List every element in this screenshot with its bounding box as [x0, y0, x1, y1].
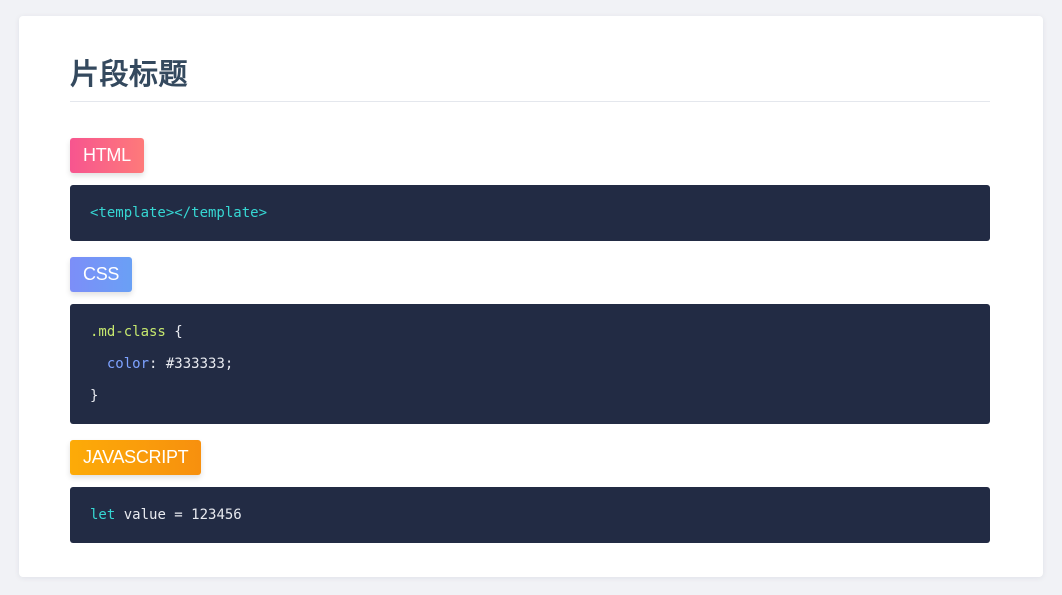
code-token: color	[90, 356, 150, 372]
javascript-section: JAVASCRIPT let value = 123456	[70, 440, 990, 543]
code-line: <template></template>	[90, 199, 970, 227]
code-line: .md-class {	[90, 318, 970, 350]
css-language-tag: CSS	[70, 257, 133, 292]
css-code-block[interactable]: .md-class { color: #333333; }	[70, 304, 990, 424]
page-title: 片段标题	[70, 57, 189, 91]
javascript-language-tag: JAVASCRIPT	[70, 440, 202, 475]
snippet-card: 片段标题 HTML <template></template> CSS .md-…	[19, 16, 1043, 577]
code-line: }	[90, 382, 970, 414]
javascript-code-block[interactable]: let value = 123456	[70, 487, 990, 543]
code-token: value = 123456	[115, 507, 242, 523]
css-section: CSS .md-class { color: #333333; }	[70, 257, 990, 424]
title-divider	[70, 101, 990, 102]
html-language-tag: HTML	[70, 138, 144, 173]
code-token: {	[165, 324, 183, 340]
code-token: let	[90, 507, 116, 523]
code-token: }	[90, 388, 99, 404]
html-code-block[interactable]: <template></template>	[70, 185, 990, 241]
code-line: color: #333333;	[90, 350, 970, 382]
code-token: : #333333;	[149, 356, 234, 372]
html-section: HTML <template></template>	[70, 138, 990, 241]
code-line: let value = 123456	[90, 501, 970, 529]
code-token: .md-class	[90, 324, 166, 340]
code-token: <template></template>	[90, 205, 268, 221]
